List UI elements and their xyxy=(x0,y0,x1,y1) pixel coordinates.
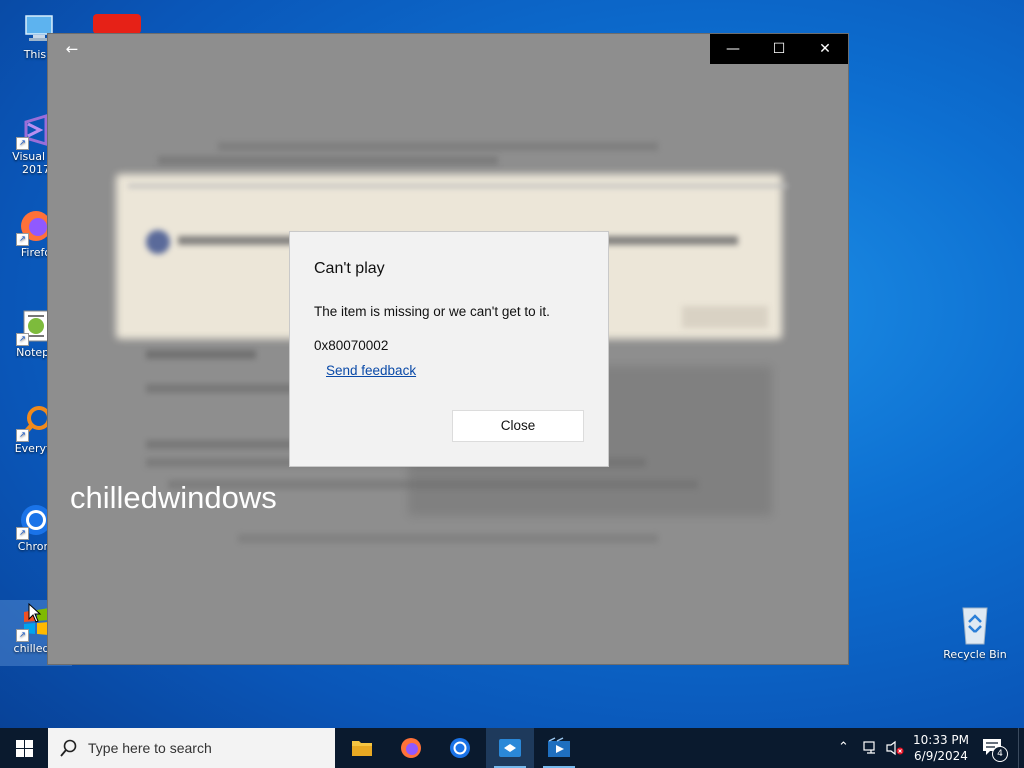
search-icon xyxy=(60,739,77,757)
error-code: 0x80070002 xyxy=(314,338,389,353)
clock-date: 6/9/2024 xyxy=(914,749,968,763)
shortcut-arrow-icon: ↗ xyxy=(16,233,29,246)
dialog-title: Can't play xyxy=(314,260,385,277)
clock-time: 10:33 PM xyxy=(913,733,969,747)
shortcut-arrow-icon: ↗ xyxy=(16,429,29,442)
desktop-icon-label: Recycle Bin xyxy=(943,648,1007,661)
action-center-button[interactable]: 4 xyxy=(982,738,1008,762)
chrome-icon xyxy=(450,738,470,758)
recycle-bin-icon xyxy=(955,602,995,646)
volume-muted-icon[interactable] xyxy=(885,740,905,760)
shortcut-arrow-icon: ↗ xyxy=(16,137,29,150)
mouse-cursor-icon xyxy=(28,602,42,627)
windows-logo-icon xyxy=(16,740,33,757)
youtube-icon[interactable] xyxy=(93,14,141,34)
minimize-icon: — xyxy=(726,41,740,57)
search-box[interactable]: Type here to search xyxy=(48,728,335,768)
folder-icon xyxy=(352,741,372,756)
taskbar-firefox[interactable] xyxy=(387,728,435,768)
send-feedback-link[interactable]: Send feedback xyxy=(326,363,416,378)
back-button[interactable]: ← xyxy=(58,38,86,60)
firefox-icon xyxy=(401,738,421,758)
start-button[interactable] xyxy=(0,728,48,768)
taskbar-sandbox[interactable] xyxy=(486,728,534,768)
dialog-message: The item is missing or we can't get to i… xyxy=(314,304,550,319)
taskbar: Type here to search ⌃ 10:33 PM 6/9/2024 … xyxy=(0,728,1024,768)
notification-count-badge: 4 xyxy=(992,746,1008,762)
arrow-left-icon: ← xyxy=(65,40,79,58)
close-icon: ✕ xyxy=(819,41,831,57)
close-window-button[interactable]: ✕ xyxy=(802,34,848,64)
error-dialog: Can't play The item is missing or we can… xyxy=(289,231,609,467)
shortcut-arrow-icon: ↗ xyxy=(16,629,29,642)
show-desktop-button[interactable] xyxy=(1018,728,1024,768)
title-bar: ← — ☐ ✕ xyxy=(48,34,848,64)
shortcut-arrow-icon: ↗ xyxy=(16,527,29,540)
desktop-icon-recycle-bin[interactable]: Recycle Bin xyxy=(939,602,1011,661)
taskbar-file-explorer[interactable] xyxy=(338,728,386,768)
chevron-up-icon: ⌃ xyxy=(838,740,849,755)
minimize-button[interactable]: — xyxy=(710,34,756,64)
media-player-window[interactable]: ← — ☐ ✕ chilledwindows Can't play The it… xyxy=(48,34,848,664)
watermark-text: chilledwindows xyxy=(70,480,277,515)
maximize-icon: ☐ xyxy=(772,41,786,57)
maximize-button[interactable]: ☐ xyxy=(756,34,802,64)
caption-buttons: — ☐ ✕ xyxy=(710,34,848,64)
sandbox-icon xyxy=(499,739,521,757)
network-icon[interactable] xyxy=(862,740,880,760)
taskbar-movies-tv[interactable] xyxy=(535,728,583,768)
shortcut-arrow-icon: ↗ xyxy=(16,333,29,346)
taskbar-chrome[interactable] xyxy=(436,728,484,768)
movies-tv-icon xyxy=(548,737,570,757)
show-hidden-icons-button[interactable]: ⌃ xyxy=(838,740,849,755)
search-placeholder: Type here to search xyxy=(88,740,212,756)
close-button[interactable]: Close xyxy=(452,410,584,442)
clock[interactable]: 10:33 PM 6/9/2024 xyxy=(906,732,976,764)
